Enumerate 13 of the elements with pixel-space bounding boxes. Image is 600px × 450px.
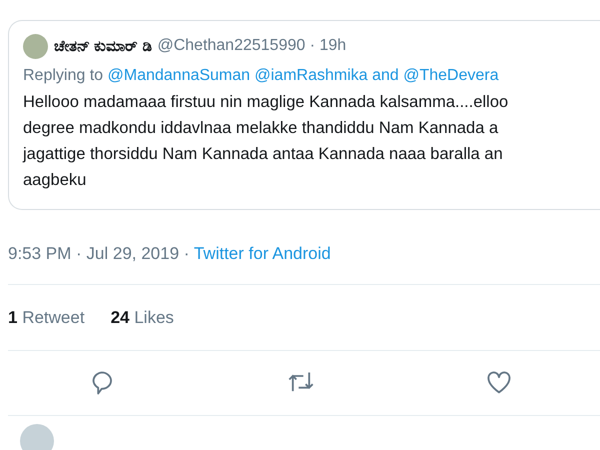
tweet-text-line: degree madkondu iddavlnaa melakke thandiddu Nam Kannada a bbox=[23, 118, 500, 139]
stat-link[interactable]: 1 Retweet bbox=[8, 308, 85, 328]
replying-to-label: Replying to bbox=[23, 67, 104, 84]
avatar bbox=[23, 34, 48, 58]
quoted-tweet-card[interactable] bbox=[8, 20, 600, 210]
handle-time: @Chethan22515990 · 19h bbox=[157, 37, 346, 55]
tweet-text-line: aagbeku bbox=[23, 170, 88, 191]
author-name: ಚೇತನ್ ಕುಮಾರ್ ಡಿ bbox=[54, 38, 152, 54]
tweet-text-line: Hellooo madamaaa firstuu nin maglige Kannada kalsamma....elloo bbox=[23, 92, 510, 113]
timestamp: 9:53 PM · Jul 29, 2019 · bbox=[8, 244, 190, 263]
avatar bbox=[20, 424, 54, 450]
tweet-text-line: jagattige thorsiddu Nam Kannada antaa Kannada naaa baralla an bbox=[23, 144, 504, 165]
stat-link[interactable]: 24 Likes bbox=[110, 308, 174, 328]
